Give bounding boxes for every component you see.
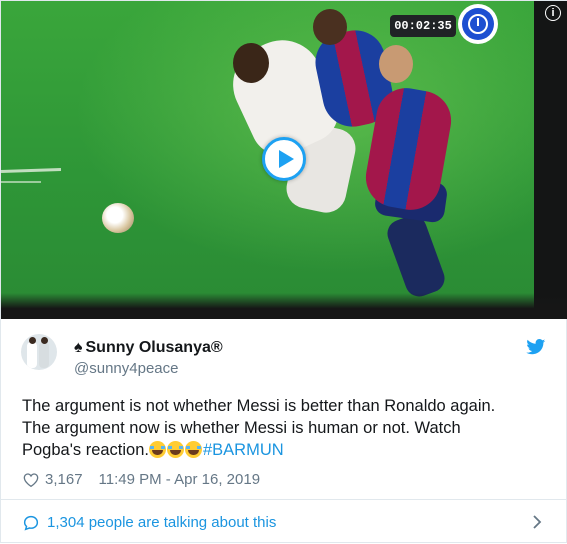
conversation-link[interactable]: 1,304 people are talking about this xyxy=(1,500,567,544)
tweet-timestamp[interactable]: 11:49 PM - Apr 16, 2019 xyxy=(99,471,261,488)
tweet-meta: 3,167 11:49 PM - Apr 16, 2019 xyxy=(23,471,260,488)
play-icon xyxy=(278,150,294,168)
avatar[interactable] xyxy=(21,334,57,370)
video-player[interactable]: 00:02:35 i xyxy=(1,1,567,319)
spade-icon: ♠ xyxy=(74,339,83,356)
like-count[interactable]: 3,167 xyxy=(45,471,83,488)
talking-about-text[interactable]: 1,304 people are talking about this xyxy=(47,514,276,531)
screen-bezel xyxy=(534,1,567,319)
tweet-text-line: The argument now is whether Messi is hum… xyxy=(22,419,461,437)
embedded-tweet-card: 00:02:35 i ♠ Sunny Olusanya® @sunny4peac… xyxy=(0,0,567,543)
tears-of-joy-emoji-icon xyxy=(148,441,166,458)
tweet-text-line: Pogba's reaction. #BARMUN xyxy=(22,439,552,461)
chevron-right-icon[interactable] xyxy=(531,514,543,530)
pitch-line xyxy=(1,181,41,183)
tweet-text-fragment: Pogba's reaction. xyxy=(22,441,149,459)
tweet-text-line: The argument is not whether Messi is bet… xyxy=(22,397,496,415)
display-name[interactable]: Sunny Olusanya® xyxy=(86,339,223,357)
football xyxy=(102,203,134,233)
tweet-text: The argument is not whether Messi is bet… xyxy=(22,395,552,461)
author-name-row[interactable]: ♠ Sunny Olusanya® xyxy=(74,339,223,357)
heart-icon[interactable] xyxy=(23,472,39,488)
player-head xyxy=(233,43,269,83)
tears-of-joy-emoji-icon xyxy=(184,441,202,458)
twitter-bird-icon[interactable] xyxy=(526,339,546,355)
user-handle[interactable]: @sunny4peace xyxy=(74,360,178,377)
screen-bezel xyxy=(1,293,567,319)
player-head xyxy=(379,45,413,83)
info-icon[interactable]: i xyxy=(545,5,561,21)
video-timer: 00:02:35 xyxy=(390,15,456,37)
stopwatch-icon xyxy=(458,4,498,44)
tears-of-joy-emoji-icon xyxy=(166,441,184,458)
player-head xyxy=(313,9,347,45)
play-button[interactable] xyxy=(262,137,306,181)
hashtag-link[interactable]: #BARMUN xyxy=(203,441,284,459)
speech-bubble-icon xyxy=(23,515,39,531)
